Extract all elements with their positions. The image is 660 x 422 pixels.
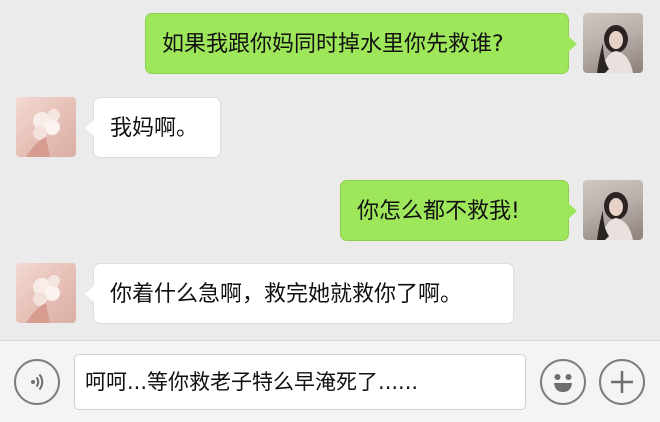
voice-button[interactable] [14,359,60,405]
input-bar: 呵呵...等你救老子特么早淹死了...... [0,340,660,422]
emoji-icon [554,374,572,392]
message-text: 你着什么急啊，救完她就救你了啊。 [110,282,463,307]
message-input-value: 呵呵...等你救老子特么早淹死了...... [85,370,419,394]
avatar-contact[interactable] [16,97,76,157]
avatar-flowers-icon [26,275,60,323]
message-text: 如果我跟你妈同时掉水里你先救谁? [162,32,504,57]
avatar-photo-icon [597,25,633,73]
avatar-contact[interactable] [16,263,76,323]
message-text: 你怎么都不救我! [357,199,520,224]
chat-area: 如果我跟你妈同时掉水里你先救谁? 我妈啊。 你怎么都不救我! 你着什么急啊，救完… [0,0,660,340]
avatar-self[interactable] [583,13,643,73]
message-bubble-received[interactable]: 你着什么急啊，救完她就救你了啊。 [85,263,514,324]
voice-icon [31,373,44,391]
message-input[interactable]: 呵呵...等你救老子特么早淹死了...... [74,354,526,410]
add-button[interactable] [599,359,645,405]
plus-icon [611,371,633,393]
message-bubble-received[interactable]: 我妈啊。 [85,97,221,158]
message-text: 我妈啊。 [110,116,199,141]
emoji-button[interactable] [540,359,586,405]
avatar-flowers-icon [26,109,60,157]
message-bubble-sent[interactable]: 如果我跟你妈同时掉水里你先救谁? [145,13,577,74]
message-bubble-sent[interactable]: 你怎么都不救我! [340,180,577,241]
avatar-photo-icon [597,192,633,240]
avatar-self[interactable] [583,180,643,240]
